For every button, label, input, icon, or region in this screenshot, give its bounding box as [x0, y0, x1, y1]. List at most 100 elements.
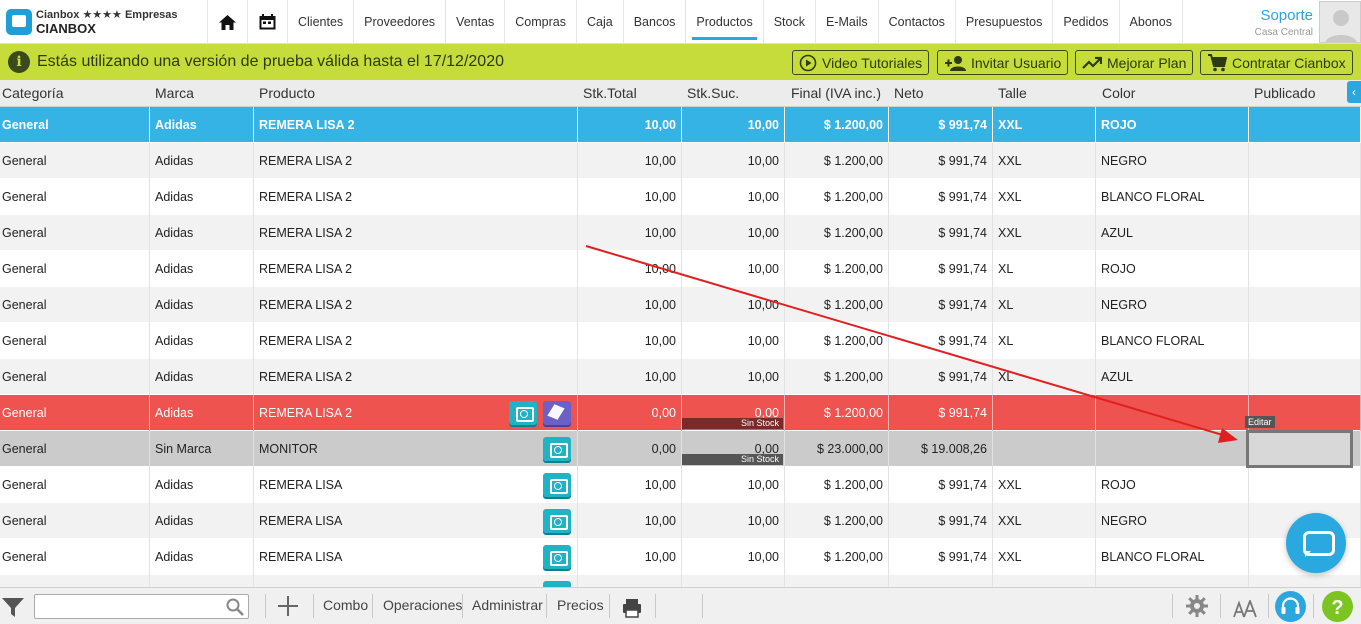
- cell-marca[interactable]: Adidas: [150, 215, 254, 251]
- cell-final[interactable]: $ 1.200,00: [785, 503, 889, 539]
- cell-neto[interactable]: $ 991,74: [889, 359, 993, 395]
- cell-color[interactable]: AZUL: [1096, 359, 1249, 395]
- cell-producto[interactable]: MONITOR: [254, 431, 578, 467]
- cell-stk-total[interactable]: [578, 575, 682, 587]
- cell-producto[interactable]: REMERA LISA 2: [254, 359, 578, 395]
- cell-neto[interactable]: $ 991,74: [889, 215, 993, 251]
- table-row[interactable]: General Adidas REMERA LISA 2 10,00 10,00 $ 1.…: [0, 323, 1361, 359]
- add-icon[interactable]: [277, 595, 299, 617]
- table-row[interactable]: [0, 575, 1361, 587]
- cell-publicado[interactable]: [1249, 143, 1361, 179]
- cell-stk-total[interactable]: 10,00: [578, 287, 682, 323]
- printer-icon[interactable]: [622, 596, 642, 618]
- cell-stk-total[interactable]: 10,00: [578, 503, 682, 539]
- cube-icon[interactable]: [543, 401, 571, 425]
- search-input[interactable]: [39, 595, 219, 617]
- cell-neto[interactable]: $ 991,74: [889, 287, 993, 323]
- nav-item-ventas[interactable]: Ventas: [446, 0, 506, 44]
- cell-marca[interactable]: Adidas: [150, 323, 254, 359]
- cell-publicado[interactable]: [1249, 179, 1361, 215]
- cell-stk-total[interactable]: 10,00: [578, 467, 682, 503]
- cell-talle[interactable]: XXL: [993, 539, 1096, 575]
- cell-stk-suc[interactable]: 10,00: [682, 539, 785, 575]
- cell-producto[interactable]: REMERA LISA 2: [254, 323, 578, 359]
- cell-marca[interactable]: Adidas: [150, 251, 254, 287]
- cell-final[interactable]: $ 1.200,00: [785, 215, 889, 251]
- cell-categoria[interactable]: General: [0, 503, 150, 539]
- cell-talle[interactable]: XL: [993, 287, 1096, 323]
- cell-categoria[interactable]: General: [0, 179, 150, 215]
- cell-color[interactable]: ROJO: [1096, 467, 1249, 503]
- cell-color[interactable]: BLANCO FLORAL: [1096, 179, 1249, 215]
- collapse-panel-icon[interactable]: ‹: [1347, 81, 1361, 103]
- cell-final[interactable]: $ 1.200,00: [785, 323, 889, 359]
- col-neto[interactable]: Neto: [892, 80, 924, 106]
- cell-stk-total[interactable]: 10,00: [578, 179, 682, 215]
- cell-categoria[interactable]: General: [0, 431, 150, 467]
- nav-item-stock[interactable]: Stock: [764, 0, 816, 44]
- table-row[interactable]: General Sin Marca MONITOR 0,00 0,00 $ 23.000,…: [0, 431, 1361, 467]
- col-marca[interactable]: Marca: [153, 80, 194, 106]
- cell-talle[interactable]: XXL: [993, 467, 1096, 503]
- table-row[interactable]: General Adidas REMERA LISA 2 0,00 0,00 $ 1.20…: [0, 395, 1361, 431]
- cell-stk-suc[interactable]: 10,00: [682, 215, 785, 251]
- cell-neto[interactable]: [889, 575, 993, 587]
- cell-neto[interactable]: $ 991,74: [889, 179, 993, 215]
- cell-categoria[interactable]: General: [0, 251, 150, 287]
- cell-color[interactable]: BLANCO FLORAL: [1096, 539, 1249, 575]
- cell-neto[interactable]: $ 991,74: [889, 503, 993, 539]
- cell-final[interactable]: $ 1.200,00: [785, 143, 889, 179]
- cell-color[interactable]: NEGRO: [1096, 143, 1249, 179]
- cell-stk-total[interactable]: 10,00: [578, 323, 682, 359]
- cell-final[interactable]: $ 1.200,00: [785, 539, 889, 575]
- table-row[interactable]: General Adidas REMERA LISA 2 10,00 10,00 $ 1.…: [0, 287, 1361, 323]
- cell-publicado[interactable]: [1249, 287, 1361, 323]
- cell-stk-total[interactable]: 10,00: [578, 539, 682, 575]
- cell-talle[interactable]: XL: [993, 323, 1096, 359]
- camera-icon[interactable]: [543, 437, 571, 461]
- cell-producto[interactable]: REMERA LISA 2: [254, 215, 578, 251]
- cell-marca[interactable]: Adidas: [150, 143, 254, 179]
- cell-talle[interactable]: [993, 395, 1096, 431]
- cell-producto[interactable]: REMERA LISA 2: [254, 143, 578, 179]
- cell-producto[interactable]: REMERA LISA 2: [254, 287, 578, 323]
- cell-marca[interactable]: Adidas: [150, 539, 254, 575]
- cell-publicado[interactable]: [1249, 575, 1361, 587]
- cell-categoria[interactable]: General: [0, 143, 150, 179]
- cell-stk-total[interactable]: 0,00: [578, 431, 682, 467]
- support-headset-icon[interactable]: [1275, 591, 1306, 622]
- camera-icon[interactable]: [509, 401, 537, 425]
- cell-producto[interactable]: REMERA LISA 2: [254, 107, 578, 143]
- cell-marca[interactable]: [150, 575, 254, 587]
- user-menu[interactable]: Soporte Casa Central: [1255, 0, 1361, 44]
- cell-categoria[interactable]: General: [0, 539, 150, 575]
- cell-categoria[interactable]: General: [0, 467, 150, 503]
- cell-publicado[interactable]: [1249, 323, 1361, 359]
- cell-talle[interactable]: [993, 431, 1096, 467]
- settings-gear-icon[interactable]: [1186, 595, 1208, 617]
- cell-talle[interactable]: XL: [993, 359, 1096, 395]
- nav-item-presupuestos[interactable]: Presupuestos: [956, 0, 1054, 44]
- cell-stk-total[interactable]: 10,00: [578, 107, 682, 143]
- table-row[interactable]: General Adidas REMERA LISA 2 10,00 10,00 $ 1.…: [0, 215, 1361, 251]
- cell-stk-suc[interactable]: 10,00: [682, 179, 785, 215]
- table-row[interactable]: General Adidas REMERA LISA 2 10,00 10,00 $ 1.…: [0, 107, 1361, 143]
- camera-icon[interactable]: [543, 509, 571, 533]
- cell-final[interactable]: $ 1.200,00: [785, 287, 889, 323]
- operaciones-button[interactable]: Operaciones: [383, 588, 462, 624]
- search-icon[interactable]: [226, 598, 244, 616]
- table-row[interactable]: General Adidas REMERA LISA 2 10,00 10,00 $ 1.…: [0, 179, 1361, 215]
- cell-final[interactable]: $ 1.200,00: [785, 251, 889, 287]
- cell-marca[interactable]: Adidas: [150, 107, 254, 143]
- cell-marca[interactable]: Adidas: [150, 467, 254, 503]
- cell-final[interactable]: $ 1.200,00: [785, 395, 889, 431]
- cell-talle[interactable]: XXL: [993, 143, 1096, 179]
- cell-talle[interactable]: XXL: [993, 179, 1096, 215]
- cell-marca[interactable]: Adidas: [150, 503, 254, 539]
- cell-stk-suc[interactable]: 10,00: [682, 251, 785, 287]
- cell-stk-suc[interactable]: 10,00: [682, 503, 785, 539]
- cell-color[interactable]: [1096, 431, 1249, 467]
- camera-icon[interactable]: [543, 545, 571, 569]
- cell-talle[interactable]: XL: [993, 251, 1096, 287]
- cell-final[interactable]: $ 1.200,00: [785, 467, 889, 503]
